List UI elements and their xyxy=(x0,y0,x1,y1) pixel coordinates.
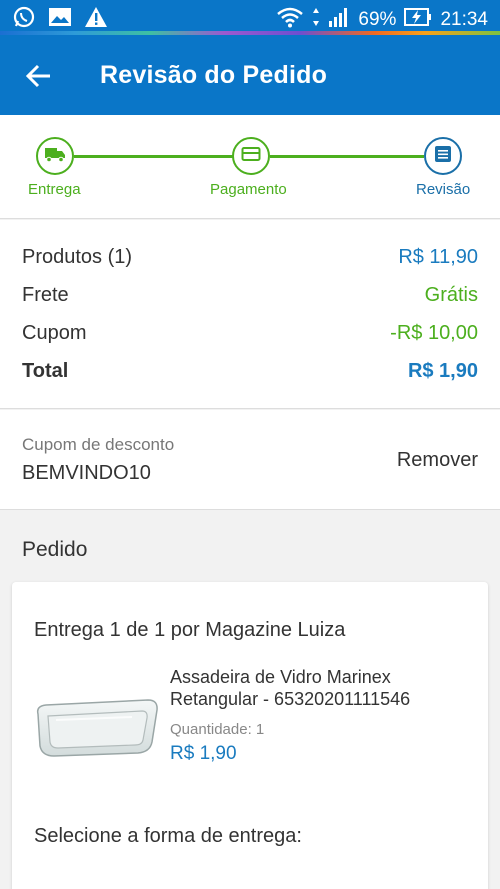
checkout-stepper: Entrega Pagamento Revisão xyxy=(0,115,500,219)
status-bar: 69% 21:34 xyxy=(0,0,500,35)
delivery-card: Entrega 1 de 1 por Magazine Luiza Assade… xyxy=(12,582,488,889)
wifi-icon xyxy=(276,6,304,34)
order-summary: Produtos (1) R$ 11,90 Frete Grátis Cupom… xyxy=(0,220,500,409)
step-connector-1 xyxy=(74,155,234,158)
product-quantity: Quantidade: 1 xyxy=(170,721,264,738)
remove-coupon-button[interactable]: Remover xyxy=(397,449,478,472)
quantity-value: 1 xyxy=(255,721,265,738)
page-title: Revisão do Pedido xyxy=(100,61,328,89)
battery-charging-icon xyxy=(404,7,432,33)
product-name: Assadeira de Vidro Marinex Retangular - … xyxy=(170,667,411,709)
delivery-title: Entrega 1 de 1 por Magazine Luiza xyxy=(34,619,346,641)
coupon-label: Cupom de desconto xyxy=(22,435,175,454)
clock: 21:34 xyxy=(440,9,488,30)
step-revisao[interactable] xyxy=(424,137,462,175)
summary-total-row: Total R$ 1,90 xyxy=(22,360,478,390)
step-label-entrega: Entrega xyxy=(28,181,81,198)
coupon-summary-label: Cupom xyxy=(22,322,87,344)
total-label: Total xyxy=(22,360,69,382)
step-label-revisao: Revisão xyxy=(416,181,471,198)
warning-icon xyxy=(84,6,108,33)
product-price: R$ 1,90 xyxy=(170,743,237,764)
step-pagamento[interactable] xyxy=(232,137,270,175)
coupon-section: Cupom de desconto BEMVINDO10 Remover xyxy=(0,410,500,510)
step-entrega[interactable] xyxy=(36,137,74,175)
summary-shipping-row: Frete Grátis xyxy=(22,284,478,314)
step-label-pagamento: Pagamento xyxy=(210,181,287,198)
product-image xyxy=(32,692,160,762)
step-connector-2 xyxy=(270,155,424,158)
quantity-label: Quantidade: xyxy=(170,721,252,738)
total-value: R$ 1,90 xyxy=(407,360,478,382)
battery-percent: 69% xyxy=(358,9,397,30)
card-icon xyxy=(241,146,261,167)
shipping-label: Frete xyxy=(22,284,69,306)
app-bar: Revisão do Pedido xyxy=(0,35,500,115)
products-label: Produtos (1) xyxy=(22,246,133,268)
truck-icon xyxy=(44,145,66,168)
coupon-code: BEMVINDO10 xyxy=(22,462,151,484)
gallery-icon xyxy=(48,6,72,33)
order-section-title: Pedido xyxy=(22,538,88,561)
signal-icon xyxy=(328,7,350,33)
back-arrow-icon[interactable] xyxy=(22,59,56,93)
data-arrows-icon xyxy=(312,7,320,33)
summary-products-row: Produtos (1) R$ 11,90 xyxy=(22,246,478,276)
select-delivery-title: Selecione a forma de entrega: xyxy=(34,825,302,847)
whatsapp-icon xyxy=(12,5,36,34)
list-icon xyxy=(433,144,453,169)
coupon-summary-value: -R$ 10,00 xyxy=(390,322,478,344)
summary-coupon-row: Cupom -R$ 10,00 xyxy=(22,322,478,352)
shipping-value: Grátis xyxy=(424,284,478,306)
products-value: R$ 11,90 xyxy=(398,246,478,268)
